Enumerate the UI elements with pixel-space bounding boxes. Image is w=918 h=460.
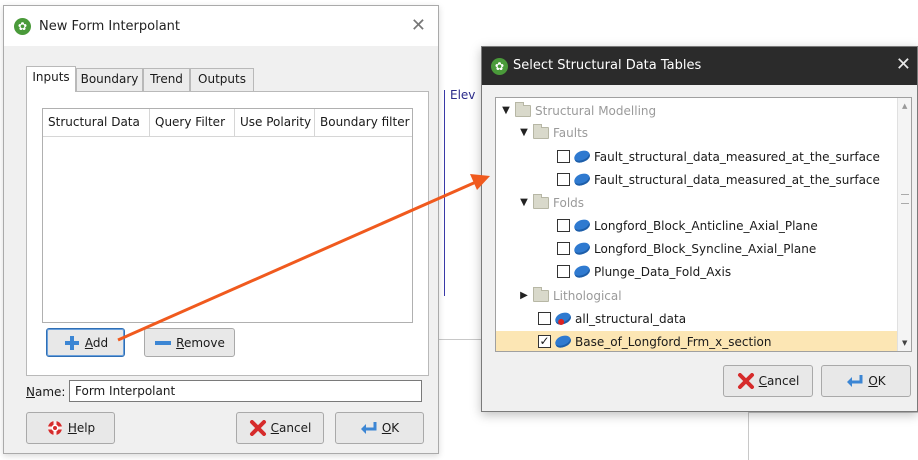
ok-button-label: OK: [868, 374, 886, 388]
folder-icon: [533, 286, 549, 302]
checkbox[interactable]: [557, 265, 570, 278]
structural-data-icon: [572, 171, 592, 188]
viewport-axis-line: [444, 90, 445, 296]
cancel-x-icon: [249, 420, 267, 436]
help-button-label: Help: [67, 421, 96, 435]
enter-arrow-icon: [360, 420, 378, 436]
structural-data-icon: [572, 148, 592, 165]
select-structural-data-dialog: ✿ Select Structural Data Tables ✕ ▼ Stru…: [481, 46, 918, 412]
checkbox[interactable]: [557, 150, 570, 163]
table-header: Structural Data Query Filter Use Polarit…: [43, 109, 412, 137]
tree-node-label: Lithological: [553, 288, 622, 303]
expand-down-icon[interactable]: ▼: [518, 127, 530, 138]
tree-item-label: Fault_structural_data_measured_at_the_su…: [594, 172, 880, 187]
tree-item-label: Base_of_Longford_Frm_x_section: [575, 334, 772, 349]
tree-item[interactable]: Plunge_Data_Fold_Axis: [496, 261, 898, 282]
lifebuoy-icon: [46, 420, 64, 436]
viewport-axis-label: Elev: [450, 88, 476, 102]
tab-trend[interactable]: Trend: [143, 68, 190, 91]
structural-data-tree[interactable]: ▼ Structural Modelling ▼ Faults Fault_st…: [495, 97, 912, 352]
help-button[interactable]: Help: [26, 412, 115, 444]
tree-item-label: Longford_Block_Anticline_Axial_Plane: [594, 218, 818, 233]
tree-item[interactable]: Longford_Block_Anticline_Axial_Plane: [496, 215, 898, 236]
structural-data-icon: [572, 217, 592, 234]
add-button[interactable]: Add: [46, 328, 125, 357]
tree-node-lithological[interactable]: ▶ Lithological: [496, 285, 898, 306]
viewport-divider: [439, 339, 481, 340]
minus-icon: [154, 335, 172, 351]
cancel-x-icon: [737, 373, 755, 389]
inputs-panel: Structural Data Query Filter Use Polarit…: [26, 91, 429, 376]
structural-data-icon: [572, 240, 592, 257]
folder-icon: [515, 101, 531, 117]
structural-data-polarity-icon: [553, 310, 573, 327]
tree-node-label: Structural Modelling: [535, 103, 657, 118]
column-header[interactable]: Structural Data: [43, 109, 150, 136]
structural-data-table[interactable]: Structural Data Query Filter Use Polarit…: [42, 108, 413, 323]
tree-node-folds[interactable]: ▼ Folds: [496, 192, 898, 213]
app-logo-icon: ✿: [14, 18, 31, 35]
tab-inputs[interactable]: Inputs: [26, 66, 76, 92]
tree-item-label: Longford_Block_Syncline_Axial_Plane: [594, 241, 817, 256]
dialog-title: Select Structural Data Tables: [513, 58, 702, 73]
tree-item-selected[interactable]: ✓ Base_of_Longford_Frm_x_section: [496, 331, 898, 351]
cancel-button[interactable]: Cancel: [236, 412, 324, 444]
ok-button-label: OK: [381, 421, 400, 435]
viewport-divider: [748, 412, 918, 413]
scroll-down-icon[interactable]: ▼: [902, 339, 907, 347]
expand-down-icon[interactable]: ▼: [518, 197, 530, 208]
column-header[interactable]: Query Filter: [150, 109, 235, 136]
tree-item-label: Fault_structural_data_measured_at_the_su…: [594, 149, 880, 164]
column-header[interactable]: Boundary filter: [315, 109, 412, 136]
tree-item-label: Plunge_Data_Fold_Axis: [594, 264, 732, 279]
remove-button[interactable]: Remove: [144, 328, 235, 357]
structural-data-icon: [572, 263, 592, 280]
tree-node-faults[interactable]: ▼ Faults: [496, 122, 898, 143]
remove-button-label: Remove: [176, 335, 225, 350]
tree-item[interactable]: Fault_structural_data_measured_at_the_su…: [496, 169, 898, 190]
expand-down-icon[interactable]: ▼: [500, 105, 512, 116]
add-button-label: Add: [84, 335, 109, 350]
cancel-button-label: Cancel: [758, 374, 800, 388]
checkbox[interactable]: [538, 312, 551, 325]
tree-item[interactable]: Fault_structural_data_measured_at_the_su…: [496, 146, 898, 167]
close-icon[interactable]: ✕: [896, 54, 911, 75]
tree-item[interactable]: all_structural_data: [496, 308, 898, 329]
column-header[interactable]: Use Polarity: [235, 109, 315, 136]
new-form-interpolant-dialog: ✿ New Form Interpolant ✕ Inputs Boundary…: [3, 5, 439, 454]
viewport-divider: [748, 412, 749, 460]
tab-outputs[interactable]: Outputs: [190, 68, 254, 91]
plus-icon: [63, 335, 81, 351]
checkbox[interactable]: [557, 173, 570, 186]
checkbox[interactable]: [557, 242, 570, 255]
scroll-up-icon[interactable]: ▲: [902, 102, 907, 110]
folder-icon: [533, 123, 549, 139]
tab-boundary[interactable]: Boundary: [76, 68, 143, 91]
cancel-button[interactable]: Cancel: [723, 365, 813, 397]
checkbox-checked[interactable]: ✓: [538, 335, 551, 348]
name-field[interactable]: Form Interpolant: [69, 380, 422, 402]
tree-item-label: all_structural_data: [575, 311, 687, 326]
folder-icon: [533, 193, 549, 209]
vertical-scrollbar[interactable]: ▲ ▼: [897, 98, 911, 351]
ok-button[interactable]: OK: [335, 412, 424, 444]
dialog-titlebar[interactable]: ✿ Select Structural Data Tables ✕: [482, 47, 917, 85]
structural-data-icon: [553, 333, 573, 350]
tree-node-root[interactable]: ▼ Structural Modelling: [496, 100, 898, 121]
dialog-title: New Form Interpolant: [39, 19, 181, 34]
close-icon[interactable]: ✕: [411, 15, 426, 36]
app-logo-icon: ✿: [491, 58, 508, 75]
scroll-thumb[interactable]: [901, 194, 909, 204]
cancel-button-label: Cancel: [270, 421, 312, 435]
ok-button[interactable]: OK: [821, 365, 911, 397]
dialog-titlebar[interactable]: ✿ New Form Interpolant ✕: [4, 6, 438, 46]
tree-item[interactable]: Longford_Block_Syncline_Axial_Plane: [496, 238, 898, 259]
tree-node-label: Faults: [553, 125, 589, 140]
enter-arrow-icon: [846, 373, 864, 389]
tree-node-label: Folds: [553, 195, 585, 210]
name-label: Name:: [26, 385, 66, 399]
expand-right-icon[interactable]: ▶: [518, 290, 530, 301]
checkbox[interactable]: [557, 219, 570, 232]
